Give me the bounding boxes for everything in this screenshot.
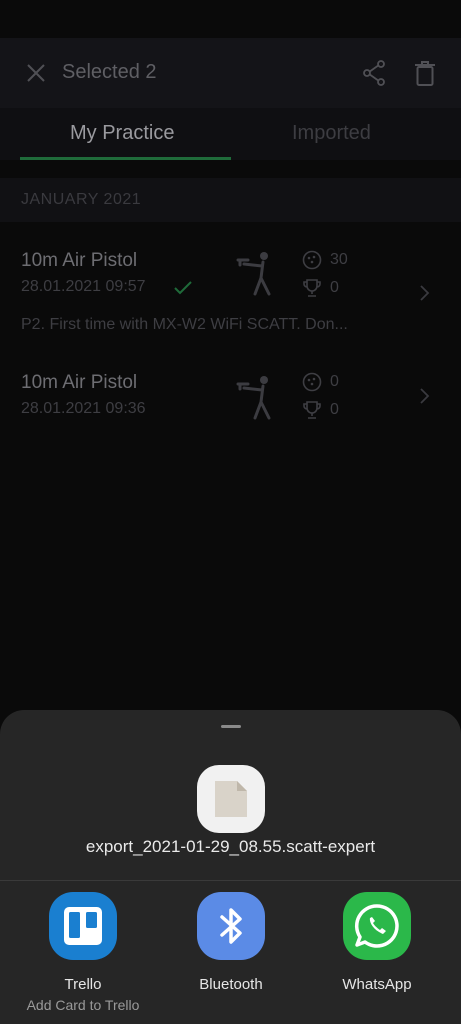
divider — [0, 880, 461, 881]
close-icon[interactable] — [24, 61, 48, 85]
shots-count: 0 — [330, 373, 339, 390]
section-header: JANUARY 2021 — [0, 178, 461, 222]
session-datetime: 28.01.2021 09:36 — [21, 400, 146, 417]
share-sheet: export_2021-01-29_08.55.scatt-expert Tre… — [0, 710, 461, 1024]
session-row[interactable]: 10m Air Pistol 28.01.2021 09:36 0 0 — [0, 362, 461, 432]
pistol-shooter-icon — [236, 376, 271, 420]
share-icon[interactable] — [362, 60, 386, 86]
tab-imported[interactable]: Imported — [292, 122, 371, 145]
pistol-shooter-icon — [236, 252, 271, 296]
file-name: export_2021-01-29_08.55.scatt-expert — [85, 837, 376, 856]
share-target-label: Trello — [64, 976, 102, 993]
session-name: 10m Air Pistol — [21, 372, 138, 393]
session-name: 10m Air Pistol — [21, 250, 138, 271]
session-note: P2. First time with MX-W2 WiFi SCATT. Do… — [21, 316, 348, 333]
chevron-right-icon — [420, 285, 430, 301]
synced-check-icon — [174, 281, 192, 295]
trophy-icon — [303, 279, 321, 297]
tab-bar: My Practice Imported — [0, 108, 461, 160]
target-icon — [302, 372, 322, 392]
share-target-trello[interactable]: Trello Add Card to Trello — [20, 892, 146, 1013]
trophy-icon — [303, 401, 321, 419]
session-row[interactable]: 10m Air Pistol 28.01.2021 09:57 30 0 P2.… — [0, 240, 461, 350]
share-target-whatsapp[interactable]: WhatsApp — [314, 892, 440, 993]
target-icon — [302, 250, 322, 270]
share-target-sublabel: Add Card to Trello — [26, 997, 140, 1013]
shots-count: 30 — [330, 251, 348, 268]
share-target-bluetooth[interactable]: Bluetooth — [168, 892, 294, 993]
tab-my-practice[interactable]: My Practice — [70, 122, 174, 145]
trophies-count: 0 — [330, 401, 339, 418]
sheet-drag-handle[interactable] — [221, 725, 241, 728]
app-bar: Selected 2 — [0, 38, 461, 108]
selection-title: Selected 2 — [62, 61, 157, 83]
whatsapp-icon — [343, 892, 411, 960]
bluetooth-icon — [197, 892, 265, 960]
file-preview — [197, 765, 265, 833]
status-bar — [0, 0, 461, 38]
session-datetime: 28.01.2021 09:57 — [21, 278, 146, 295]
active-tab-indicator — [20, 157, 231, 160]
document-icon — [215, 781, 247, 817]
share-target-label: Bluetooth — [199, 976, 263, 993]
share-target-label: WhatsApp — [342, 976, 412, 993]
trophies-count: 0 — [330, 279, 339, 296]
section-header-label: JANUARY 2021 — [21, 191, 142, 208]
chevron-right-icon — [420, 388, 430, 404]
trello-icon — [49, 892, 117, 960]
trash-icon[interactable] — [414, 60, 436, 86]
